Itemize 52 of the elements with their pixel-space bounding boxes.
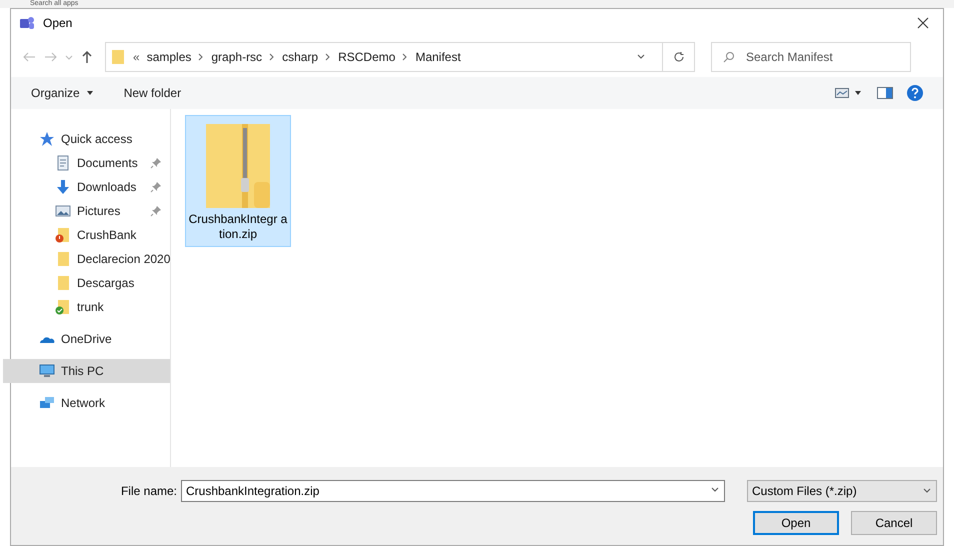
help-icon[interactable] [907,85,923,101]
app-logo-icon [19,15,35,31]
sidebar-item[interactable]: CrushBank [11,223,170,247]
sidebar-item[interactable]: trunk [11,295,170,319]
folder-warning-icon [55,227,71,243]
cancel-button[interactable]: Cancel [851,511,937,535]
sidebar-item[interactable]: Descargas [11,271,170,295]
organize-menu-button[interactable]: Organize [31,84,94,102]
refresh-icon[interactable] [672,51,684,63]
file-item[interactable]: CrushbankIntegr ation.zip [185,115,291,247]
sidebar-item[interactable]: Declarecion 2020 [11,247,170,271]
close-icon [917,17,929,29]
sidebar-item[interactable]: Documents [11,151,170,175]
file-name-label: File name: [120,483,177,500]
breadcrumb-item[interactable]: RSCDemo [338,48,396,66]
folder-icon [55,275,71,291]
folder-check-icon [55,299,71,315]
overflow-chevron[interactable]: « [133,48,140,66]
chevron-right-icon [325,53,332,61]
breadcrumb-item[interactable]: Manifest [415,48,461,66]
breadcrumb-item[interactable]: csharp [282,48,318,66]
folder-icon [110,49,126,65]
chevron-right-icon [198,53,204,61]
file-name-field[interactable]: CrushbankIntegration.zip [181,480,725,502]
window-title: Open [43,15,72,32]
sidebar-item[interactable]: Network [3,391,170,415]
address-bar[interactable]: « samples graph-rsc csharp RSCDemo Manifest [105,42,695,72]
caret-icon [86,89,94,97]
open-button[interactable]: Open [753,511,839,535]
preview-pane-icon[interactable] [877,87,893,99]
new-folder-button[interactable]: New folder [124,84,182,102]
star-icon [39,131,55,147]
document-icon [55,155,71,171]
download-arrow-icon [55,179,71,195]
search-field[interactable]: Search Manifest [711,42,911,72]
search-icon [723,51,735,63]
computer-icon [39,363,55,379]
breadcrumb-item[interactable]: graph-rsc [211,48,262,66]
picture-icon [55,203,71,219]
view-options-icon[interactable] [835,87,863,99]
breadcrumb-item[interactable]: samples [146,48,192,66]
sidebar-item[interactable]: OneDrive [3,327,170,351]
chevron-right-icon [402,53,408,61]
file-type-dropdown[interactable]: Custom Files (*.zip) [747,480,937,502]
network-icon [39,395,55,411]
sidebar-item[interactable]: Pictures [11,199,170,223]
folder-icon [55,251,71,267]
chevron-right-icon [269,53,276,61]
sidebar-item[interactable]: This PC [3,359,170,383]
sidebar-item[interactable]: Quick access [3,127,170,151]
sidebar-item[interactable]: Downloads [11,175,170,199]
file-name: CrushbankIntegr ation.zip [188,212,288,242]
